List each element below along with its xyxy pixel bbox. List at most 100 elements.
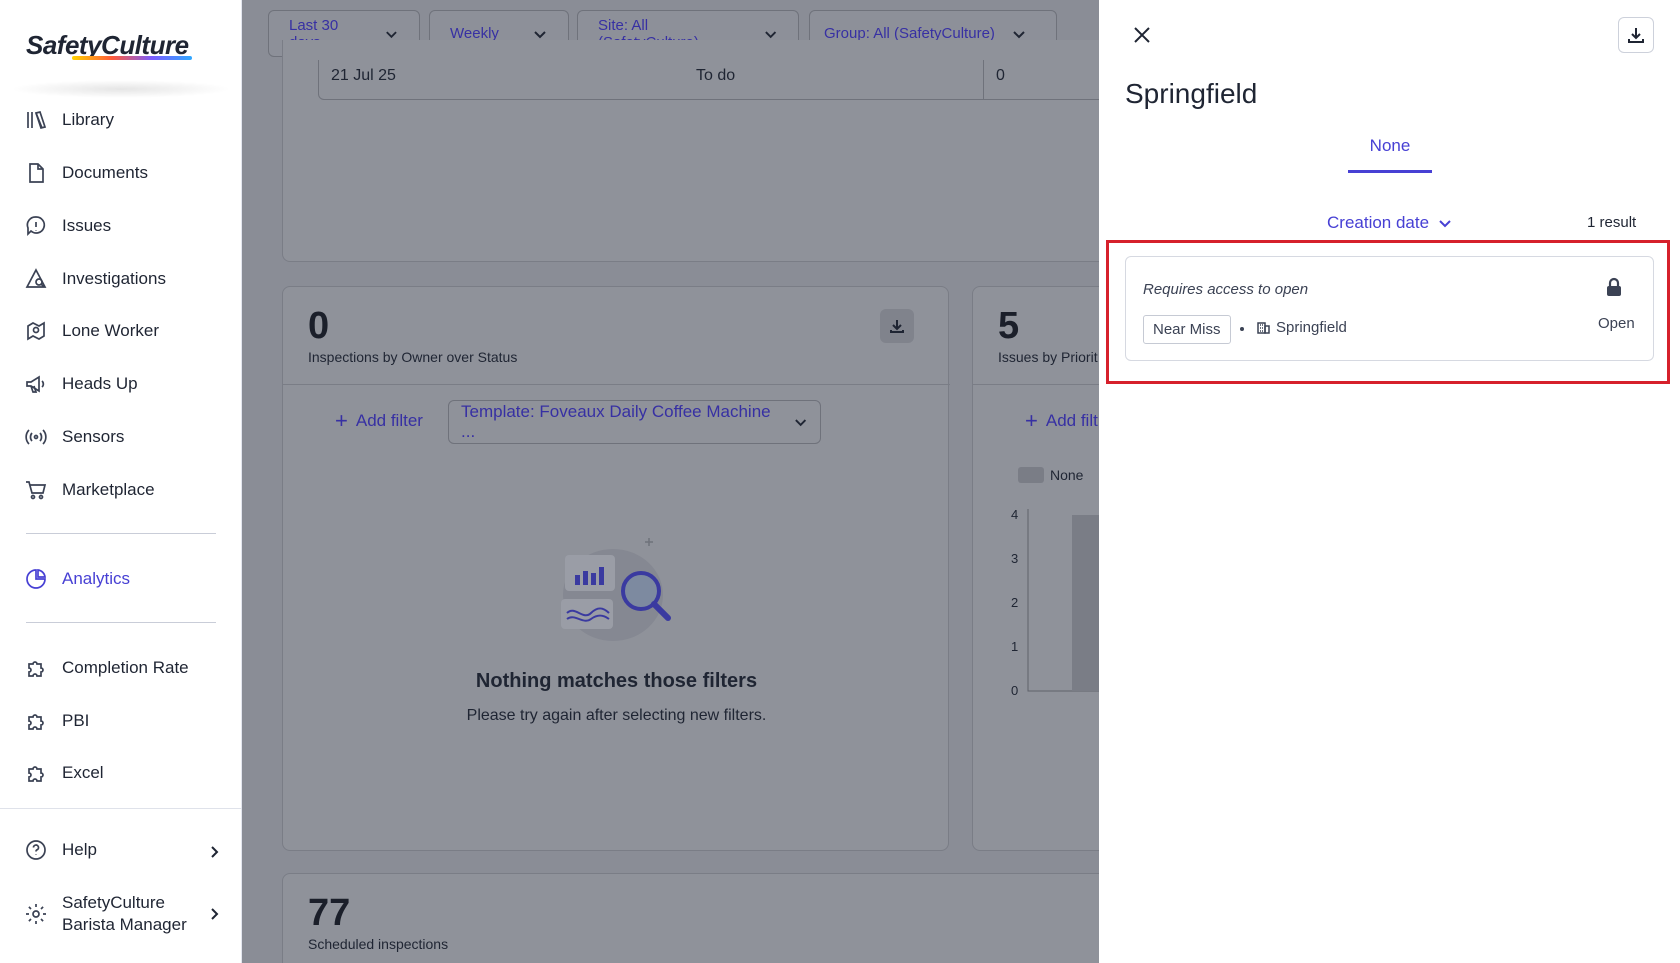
sidebar-item-completion-rate[interactable]: Completion Rate [24, 651, 189, 685]
plus-icon: + [1025, 408, 1038, 433]
sidebar-item-sensors[interactable]: Sensors [24, 420, 124, 454]
inspections-card: 0 Inspections by Owner over Status + Add… [282, 286, 950, 851]
sidebar-item-library[interactable]: Library [24, 103, 114, 137]
sidebar-item-label: Investigations [62, 269, 166, 288]
sidebar-item-analytics[interactable]: Analytics [24, 562, 130, 596]
sidebar-item-documents[interactable]: Documents [24, 156, 148, 190]
sidebar-divider [0, 808, 242, 809]
sort-label: Creation date [1327, 213, 1430, 232]
sidebar: SafetyCulture Library Documents Issues I… [0, 0, 242, 963]
sidebar-item-excel[interactable]: Excel [24, 756, 104, 790]
chart-legend: None [1018, 467, 1083, 483]
sensors-icon [25, 429, 47, 445]
legend-label: None [1050, 467, 1084, 483]
scheduled-count: 77 [308, 892, 351, 934]
puzzle-icon [28, 714, 44, 730]
sidebar-item-marketplace[interactable]: Marketplace [24, 473, 155, 507]
chevron-down-icon [794, 419, 806, 427]
scheduled-subtitle: Scheduled inspections [308, 936, 449, 952]
sidebar-item-investigations[interactable]: Investigations [24, 262, 166, 296]
legend-swatch [1018, 467, 1044, 483]
issues-bar-chart: 4 3 2 1 0 [1003, 507, 1099, 709]
sidebar-item-heads-up[interactable]: Heads Up [24, 367, 138, 401]
status-table: 21 Jul 25 To do 0 [318, 60, 1099, 100]
sidebar-item-label: Marketplace [62, 480, 155, 499]
y-tick-label: 0 [1011, 683, 1018, 698]
user-info: SafetyCulture Barista Manager [62, 892, 187, 936]
download-icon [890, 320, 904, 333]
sidebar-item-label: Excel [62, 763, 104, 782]
tab-none[interactable]: None [1348, 136, 1432, 156]
y-tick-label: 2 [1011, 595, 1018, 610]
sidebar-item-label: Heads Up [62, 374, 138, 393]
tab-active-indicator [1348, 170, 1432, 173]
download-icon [1628, 28, 1644, 43]
add-filter-label: Add filter [355, 411, 423, 430]
issues-subtitle: Issues by Priorit [998, 349, 1098, 365]
sidebar-item-user[interactable]: SafetyCulture Barista Manager [24, 892, 224, 936]
add-filter-label: Add filt [1045, 411, 1098, 430]
sidebar-item-label: PBI [62, 711, 90, 730]
close-icon [1134, 27, 1150, 43]
table-divider [983, 60, 984, 100]
user-org: SafetyCulture [62, 893, 165, 912]
issues-count: 5 [998, 305, 1020, 347]
chevron-right-icon [211, 846, 219, 858]
table-cell-status: To do [696, 67, 736, 84]
sidebar-item-help[interactable]: Help [24, 833, 224, 867]
document-icon [29, 163, 44, 183]
chevron-down-icon [1439, 220, 1451, 228]
card-divider [283, 384, 950, 385]
sidebar-divider [26, 533, 216, 534]
sidebar-item-pbi[interactable]: PBI [24, 704, 89, 738]
sidebar-item-label: Lone Worker [62, 321, 160, 340]
analytics-icon [26, 569, 46, 589]
inspections-subtitle: Inspections by Owner over Status [308, 349, 518, 365]
investigations-icon [25, 268, 47, 288]
logo-shadow [10, 80, 232, 98]
y-tick-label: 3 [1011, 551, 1018, 566]
add-filter-button[interactable]: + Add filter [335, 408, 423, 433]
status-table-card: 21 Jul 25 To do 0 [282, 40, 1099, 262]
logo-underline [72, 56, 192, 60]
cart-icon [26, 481, 47, 500]
close-button[interactable] [1129, 22, 1155, 48]
inspections-download-button[interactable] [880, 309, 914, 343]
sidebar-item-label: Completion Rate [62, 658, 189, 677]
plus-icon: + [335, 408, 348, 433]
sidebar-item-lone-worker[interactable]: Lone Worker [24, 314, 159, 348]
scheduled-card: 77 Scheduled inspections [282, 873, 1099, 963]
sort-dropdown[interactable]: Creation date [1327, 213, 1453, 233]
dashboard-overlay: Last 30 days Weekly Site: All (SafetyCul… [242, 0, 1099, 963]
issues-drawer: Springfield None Creation date 1 result … [1099, 0, 1680, 963]
megaphone-icon [26, 375, 45, 393]
y-tick-label: 1 [1011, 639, 1018, 654]
result-count: 1 result [1587, 214, 1637, 231]
gear-icon [26, 904, 46, 924]
sidebar-item-issues[interactable]: Issues [24, 209, 111, 243]
template-filter[interactable]: Template: Foveaux Daily Coffee Machine .… [448, 400, 821, 444]
table-cell-date: 21 Jul 25 [331, 67, 396, 84]
sidebar-item-label: Issues [62, 216, 112, 235]
issues-card: 5 Issues by Priorit + Add filt None 4 3 2 1… [972, 286, 1099, 851]
empty-state-subtitle: Please try again after selecting new fil… [466, 707, 767, 724]
inspections-count: 0 [308, 305, 330, 347]
issues-chart-svg: 4 3 2 1 0 [1011, 507, 1099, 698]
card-divider [973, 384, 1099, 385]
user-name: Barista Manager [62, 915, 187, 934]
sidebar-item-label: Help [62, 840, 97, 859]
empty-state-title: Nothing matches those filters [475, 670, 758, 692]
highlight-box [1106, 240, 1670, 384]
y-tick-label: 4 [1011, 509, 1018, 522]
add-filter-button[interactable]: + Add filt [1025, 408, 1098, 433]
empty-state-illustration [561, 538, 671, 641]
chart-bar [1072, 515, 1099, 691]
puzzle-icon [28, 661, 44, 677]
library-icon [27, 110, 47, 130]
puzzle-icon [28, 766, 44, 782]
issues-icon [26, 216, 46, 237]
sidebar-item-label: Library [62, 110, 114, 129]
table-cell-count: 0 [996, 67, 1005, 84]
drawer-title: Springfield [1125, 78, 1258, 109]
drawer-download-button[interactable] [1618, 17, 1654, 53]
